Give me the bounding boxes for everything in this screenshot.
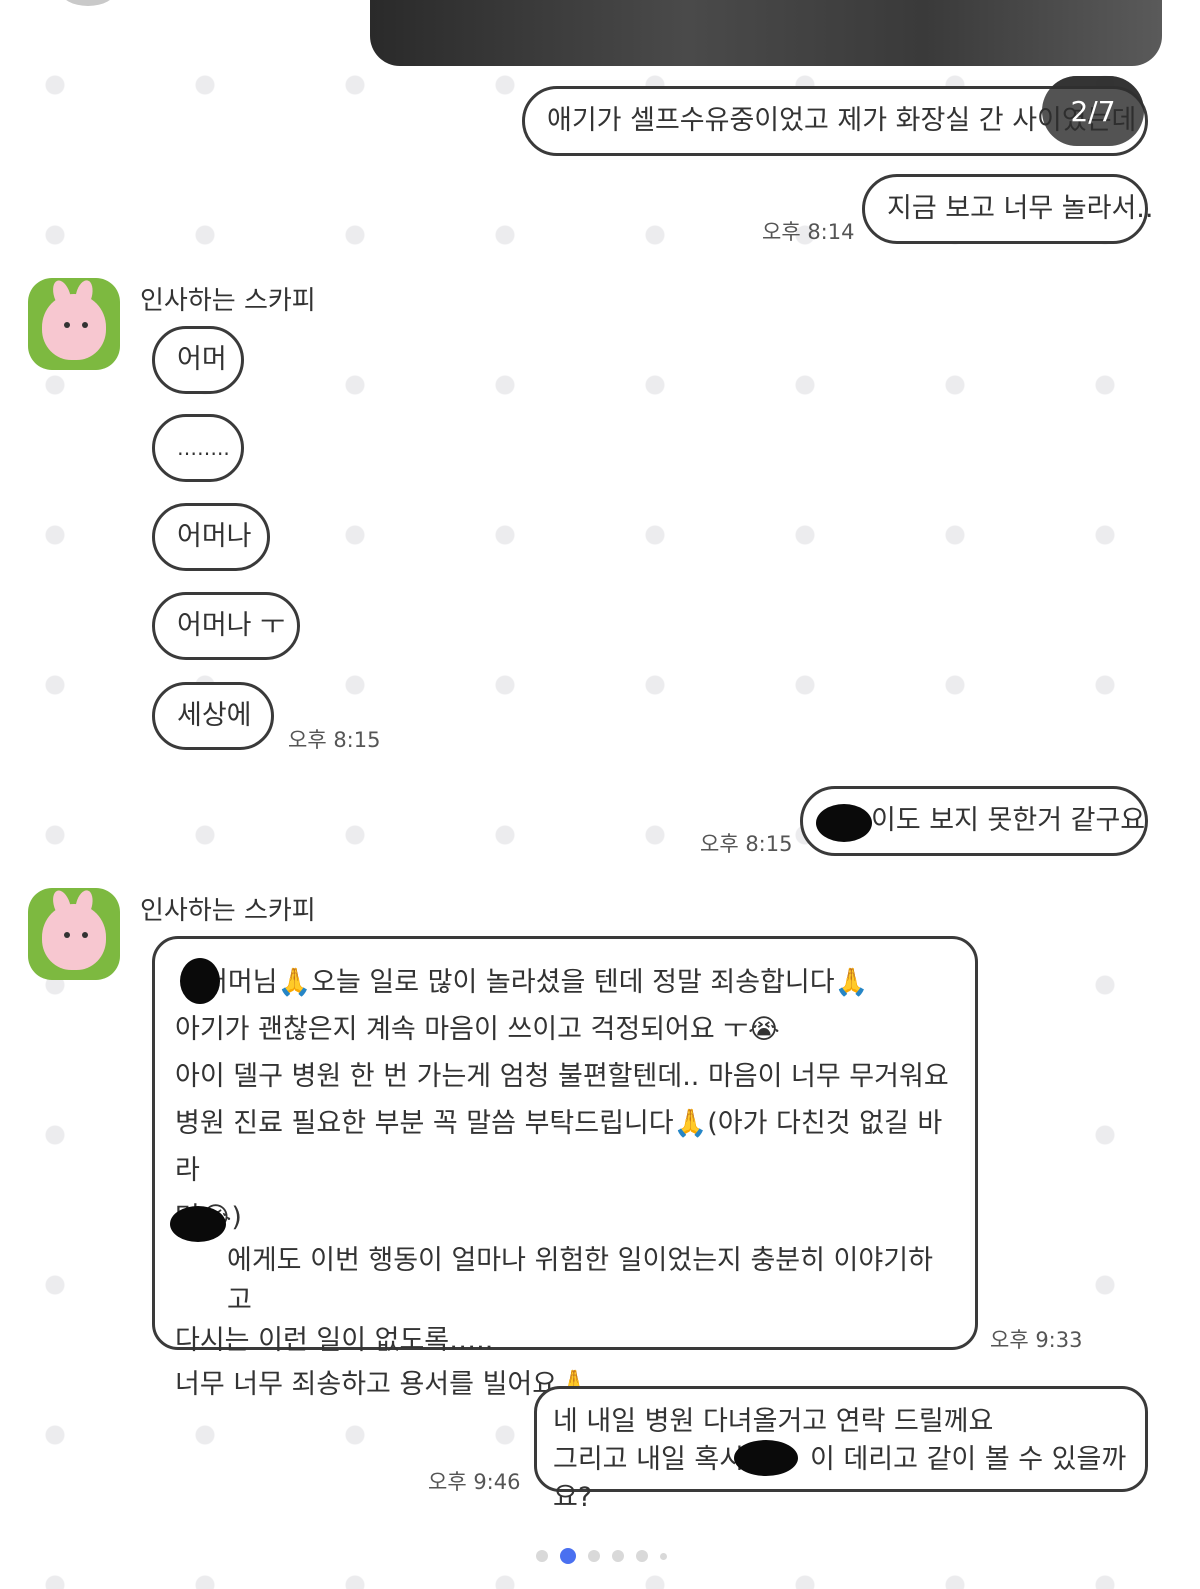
shared-image-thumbnail[interactable] (370, 0, 1162, 66)
message-time: 오후 9:33 (990, 1328, 1083, 1352)
bunny-eye-icon (64, 322, 70, 328)
sender-avatar[interactable] (28, 278, 120, 370)
sender-name: 인사하는 스카피 (140, 896, 316, 926)
message-time: 오후 8:15 (288, 728, 381, 752)
page-indicator-overlay: 2/7 (1042, 76, 1144, 146)
message-bubble-incoming[interactable]: 세상에 (152, 682, 274, 750)
message-line: 다시는 이런 일이 없도록….. (175, 1325, 494, 1356)
bunny-eye-icon (82, 322, 88, 328)
message-line: 어머님🙏오늘 일로 많이 놀라셨을 텐데 정말 죄송합니다🙏 (203, 967, 869, 998)
carousel-page-dots (536, 1548, 667, 1564)
redaction-mark (180, 958, 220, 1004)
carousel-dot-active[interactable] (560, 1548, 576, 1564)
message-text: 이도 보지 못한거 같구요 (871, 805, 1146, 836)
message-text: 어머나 ㅜ (177, 610, 285, 641)
message-text: 어머나 (177, 521, 252, 552)
message-bubble-incoming[interactable]: 어머 (152, 326, 244, 394)
message-time: 오후 8:15 (700, 832, 793, 856)
carousel-dot[interactable] (636, 1550, 648, 1562)
carousel-dot[interactable] (612, 1550, 624, 1562)
message-time: 오후 8:14 (762, 220, 855, 244)
bunny-eye-icon (82, 932, 88, 938)
message-line: 병원 진료 필요한 부분 꼭 말씀 부탁드립니다🙏(아가 다친것 없길 바라 (175, 1108, 943, 1186)
sender-name: 인사하는 스카피 (140, 286, 316, 316)
redaction-mark (734, 1440, 798, 1476)
carousel-dot[interactable] (660, 1552, 667, 1560)
partial-avatar (60, 0, 116, 6)
message-text: 지금 보고 너무 놀라서.. (887, 193, 1154, 224)
message-bubble-incoming[interactable]: …….. (152, 414, 244, 482)
message-line: 에게도 이번 행동이 얼마나 위험한 일이었는지 충분히 이야기하고 (227, 1245, 933, 1316)
message-bubble-incoming[interactable]: 어머나 ㅜ (152, 592, 300, 660)
message-line: 며😭) (175, 1194, 955, 1241)
message-bubble-outgoing[interactable]: 네 내일 병원 다녀올거고 연락 드릴께요 그리고 내일 혹시 이 데리고 같이 … (534, 1386, 1148, 1513)
message-text: 그리고 내일 혹시 (553, 1444, 745, 1475)
bunny-face-icon (42, 294, 106, 360)
message-time: 오후 9:46 (428, 1470, 521, 1494)
message-bubble-incoming[interactable]: 어머나 (152, 503, 270, 571)
message-text: 세상에 (177, 700, 252, 731)
bunny-face-icon (42, 904, 106, 970)
redaction-mark (816, 804, 872, 842)
carousel-dot[interactable] (536, 1550, 548, 1562)
message-text: 어머 (177, 344, 227, 375)
redaction-mark (170, 1206, 226, 1242)
carousel-dot[interactable] (588, 1550, 600, 1562)
message-line: 아이 델구 병원 한 번 가는게 엄청 불편할텐데.. 마음이 너무 무거워요 (175, 1061, 949, 1092)
message-line: 네 내일 병원 다녀올거고 연락 드릴께요 (553, 1406, 994, 1437)
message-bubble-incoming-long[interactable]: 어머님🙏오늘 일로 많이 놀라셨을 텐데 정말 죄송합니다🙏 아기가 괜찮은지 … (152, 936, 978, 1400)
bunny-eye-icon (64, 932, 70, 938)
message-text: …….. (177, 436, 230, 460)
message-bubble-outgoing[interactable]: 지금 보고 너무 놀라서.. (862, 174, 1153, 244)
sender-avatar[interactable] (28, 888, 120, 980)
message-line: 아기가 괜찮은지 계속 마음이 쓰이고 걱정되어요 ㅜ😭 (175, 1014, 780, 1045)
